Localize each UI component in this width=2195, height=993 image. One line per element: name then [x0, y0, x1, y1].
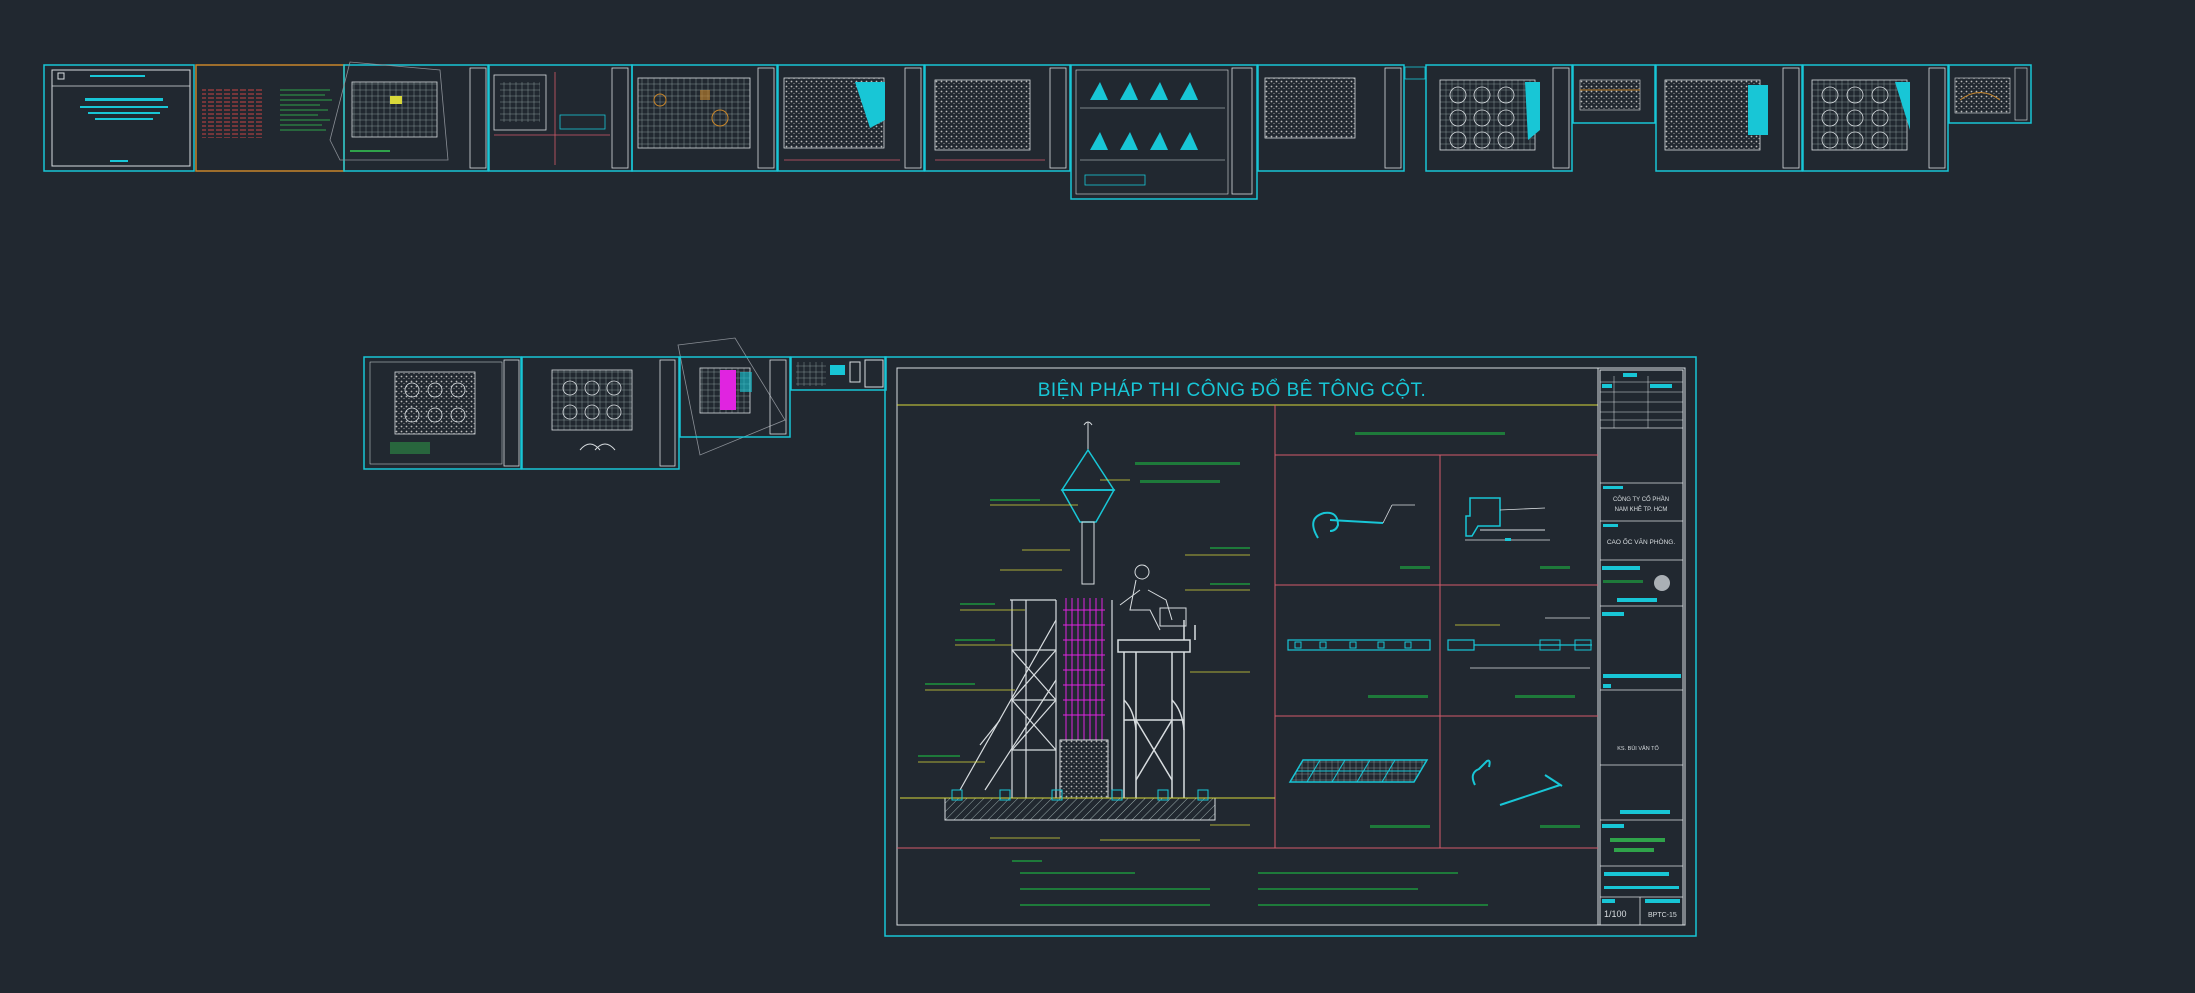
detail-mesh-panel	[1288, 759, 1429, 783]
sheet-thumb-row2-1[interactable]	[363, 356, 522, 470]
sheet-thumb-plan-7[interactable]	[924, 64, 1071, 172]
title-block: CÔNG TY CỔ PHẦN NAM KHÊ TP. HCM CAO ỐC V…	[1599, 369, 1684, 926]
sheet-code: BPTC-15	[1648, 912, 1677, 919]
sheet-thumb-plan-6[interactable]	[777, 64, 925, 172]
project-name: CAO ỐC VĂN PHÒNG.	[1607, 536, 1675, 546]
company-name-line1: CÔNG TY CỔ PHẦN	[1613, 496, 1669, 503]
company-name-line2: NAM KHÊ TP. HCM	[1615, 505, 1668, 513]
detail-bent-bars	[1471, 759, 1563, 806]
detail-tie-bar	[1287, 639, 1431, 651]
sheet-thumb-crane[interactable]	[1070, 64, 1258, 200]
scale-label: 1/100	[1604, 909, 1627, 919]
sheet-thumb-site-plan[interactable]	[329, 61, 489, 172]
sheet-thumb-plan-9[interactable]	[1257, 64, 1426, 172]
detail-hook	[1312, 504, 1415, 539]
main-sheet-title: BIỆN PHÁP THI CÔNG ĐỔ BÊ TÔNG CỘT.	[1038, 379, 1427, 401]
sheet-thumb-plan-12[interactable]	[1655, 64, 1803, 172]
sheet-thumb-row2-3[interactable]	[677, 337, 791, 456]
drawing-canvas[interactable]: BIỆN PHÁP THI CÔNG ĐỔ BÊ TÔNG CỘT. CÔNG …	[0, 0, 2195, 993]
sheet-thumb-row2-4[interactable]	[790, 356, 887, 391]
layout-row-1	[43, 61, 2032, 200]
pouring-illustration	[900, 421, 1275, 841]
sheet-thumb-pile-plan-2[interactable]	[1802, 64, 1949, 172]
layout-row-2	[363, 337, 887, 470]
detail-tie-rod	[1447, 617, 1592, 669]
detail-clamp	[1465, 497, 1550, 541]
sheet-thumb-plan-4[interactable]	[488, 64, 633, 172]
sheet-thumb-small-11[interactable]	[1572, 64, 1656, 124]
sheet-thumb-row2-2[interactable]	[521, 356, 680, 470]
sheet-thumb-small-14[interactable]	[1948, 64, 2032, 124]
sheet-thumb-pile-plan[interactable]	[1425, 64, 1573, 172]
engineer-name: KS. BÙI VĂN TỐ	[1617, 745, 1659, 752]
general-notes	[1012, 860, 1488, 906]
sheet-thumb-plan-5[interactable]	[631, 64, 778, 172]
main-sheet[interactable]: BIỆN PHÁP THI CÔNG ĐỔ BÊ TÔNG CỘT. CÔNG …	[884, 356, 1697, 937]
sheet-thumb-cover[interactable]	[43, 64, 195, 172]
sheet-thumb-notes[interactable]	[195, 64, 345, 172]
